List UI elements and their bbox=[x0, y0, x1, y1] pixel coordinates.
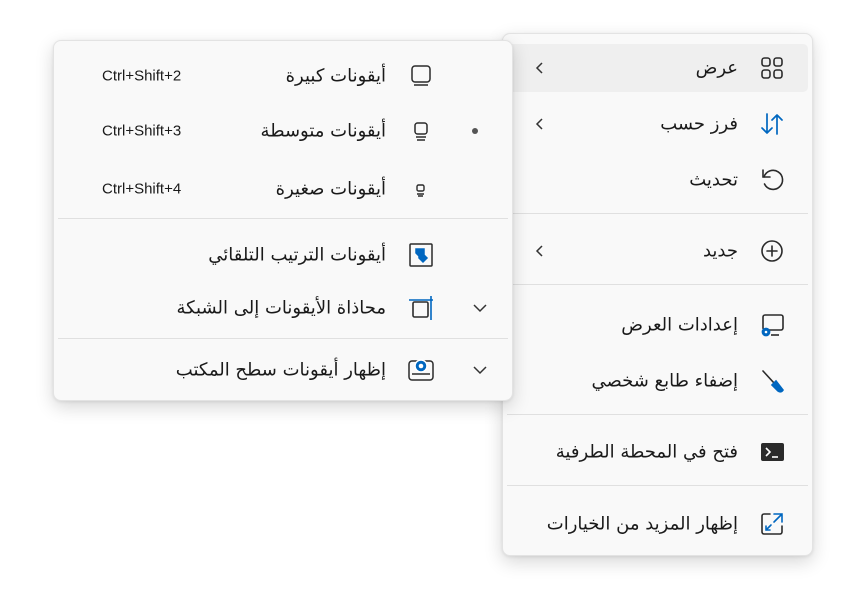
menu-separator bbox=[507, 213, 808, 214]
selected-bullet-icon bbox=[472, 128, 478, 134]
menu-separator bbox=[58, 338, 508, 339]
menu-item-new[interactable]: جديد bbox=[507, 227, 808, 275]
large-icons-icon bbox=[406, 61, 436, 91]
add-circle-icon bbox=[757, 236, 787, 266]
submenu-item-label: أيقونات كبيرة bbox=[285, 65, 386, 87]
paintbrush-icon bbox=[757, 366, 787, 396]
terminal-icon bbox=[757, 437, 787, 467]
menu-item-label: إضفاء طابع شخصي bbox=[591, 370, 739, 392]
chevron-left-icon bbox=[532, 116, 548, 132]
show-desktop-icons-icon bbox=[406, 355, 436, 385]
view-submenu: أيقونات كبيرة Ctrl+Shift+2 أيقونات متوسط… bbox=[53, 40, 513, 401]
chevron-left-icon bbox=[532, 243, 548, 259]
submenu-item-align-to-grid[interactable]: محاذاة الأيقونات إلى الشبكة bbox=[58, 284, 508, 332]
menu-item-label: عرض bbox=[695, 57, 738, 79]
submenu-item-label: إظهار أيقونات سطح المكتب bbox=[175, 359, 386, 381]
submenu-item-large-icons[interactable]: أيقونات كبيرة Ctrl+Shift+2 bbox=[58, 52, 508, 100]
submenu-item-medium-icons[interactable]: أيقونات متوسطة Ctrl+Shift+3 bbox=[58, 107, 508, 155]
menu-item-open-terminal[interactable]: فتح في المحطة الطرفية bbox=[507, 428, 808, 476]
submenu-item-small-icons[interactable]: أيقونات صغيرة Ctrl+Shift+4 bbox=[58, 165, 508, 213]
menu-item-label: إظهار المزيد من الخيارات bbox=[546, 513, 738, 535]
display-settings-icon bbox=[757, 310, 787, 340]
align-grid-icon bbox=[406, 293, 436, 323]
sort-arrows-icon bbox=[757, 109, 787, 139]
keyboard-shortcut: Ctrl+Shift+3 bbox=[102, 122, 182, 140]
desktop-context-menu: عرض فرز حسب تحديث جديد إعدادات العرض إضف… bbox=[502, 33, 813, 556]
menu-item-label: فرز حسب bbox=[660, 113, 738, 135]
checkmark-icon bbox=[472, 362, 488, 378]
menu-item-refresh[interactable]: تحديث bbox=[507, 156, 808, 204]
menu-item-sort-by[interactable]: فرز حسب bbox=[507, 100, 808, 148]
small-icons-icon bbox=[406, 174, 436, 204]
keyboard-shortcut: Ctrl+Shift+2 bbox=[102, 67, 182, 85]
menu-item-show-more-options[interactable]: إظهار المزيد من الخيارات bbox=[507, 500, 808, 548]
menu-item-view[interactable]: عرض bbox=[507, 44, 808, 92]
chevron-left-icon bbox=[532, 60, 548, 76]
menu-item-display-settings[interactable]: إعدادات العرض bbox=[507, 301, 808, 349]
menu-item-label: إعدادات العرض bbox=[621, 314, 738, 336]
submenu-item-auto-arrange[interactable]: أيقونات الترتيب التلقائي bbox=[58, 231, 508, 279]
menu-separator bbox=[507, 414, 808, 415]
medium-icons-icon bbox=[406, 116, 436, 146]
menu-item-label: جديد bbox=[702, 240, 738, 262]
menu-separator bbox=[507, 485, 808, 486]
expand-icon bbox=[757, 509, 787, 539]
menu-separator bbox=[507, 284, 808, 285]
keyboard-shortcut: Ctrl+Shift+4 bbox=[102, 180, 182, 198]
menu-separator bbox=[58, 218, 508, 219]
submenu-item-show-desktop-icons[interactable]: إظهار أيقونات سطح المكتب bbox=[58, 346, 508, 394]
submenu-item-label: أيقونات الترتيب التلقائي bbox=[208, 244, 386, 266]
grid-icon bbox=[757, 53, 787, 83]
submenu-item-label: محاذاة الأيقونات إلى الشبكة bbox=[176, 297, 386, 319]
menu-item-personalize[interactable]: إضفاء طابع شخصي bbox=[507, 357, 808, 405]
menu-item-label: فتح في المحطة الطرفية bbox=[555, 441, 738, 463]
submenu-item-label: أيقونات متوسطة bbox=[260, 120, 386, 142]
submenu-item-label: أيقونات صغيرة bbox=[275, 178, 386, 200]
auto-arrange-icon bbox=[406, 240, 436, 270]
refresh-icon bbox=[757, 165, 787, 195]
checkmark-icon bbox=[472, 300, 488, 316]
menu-item-label: تحديث bbox=[689, 169, 738, 191]
